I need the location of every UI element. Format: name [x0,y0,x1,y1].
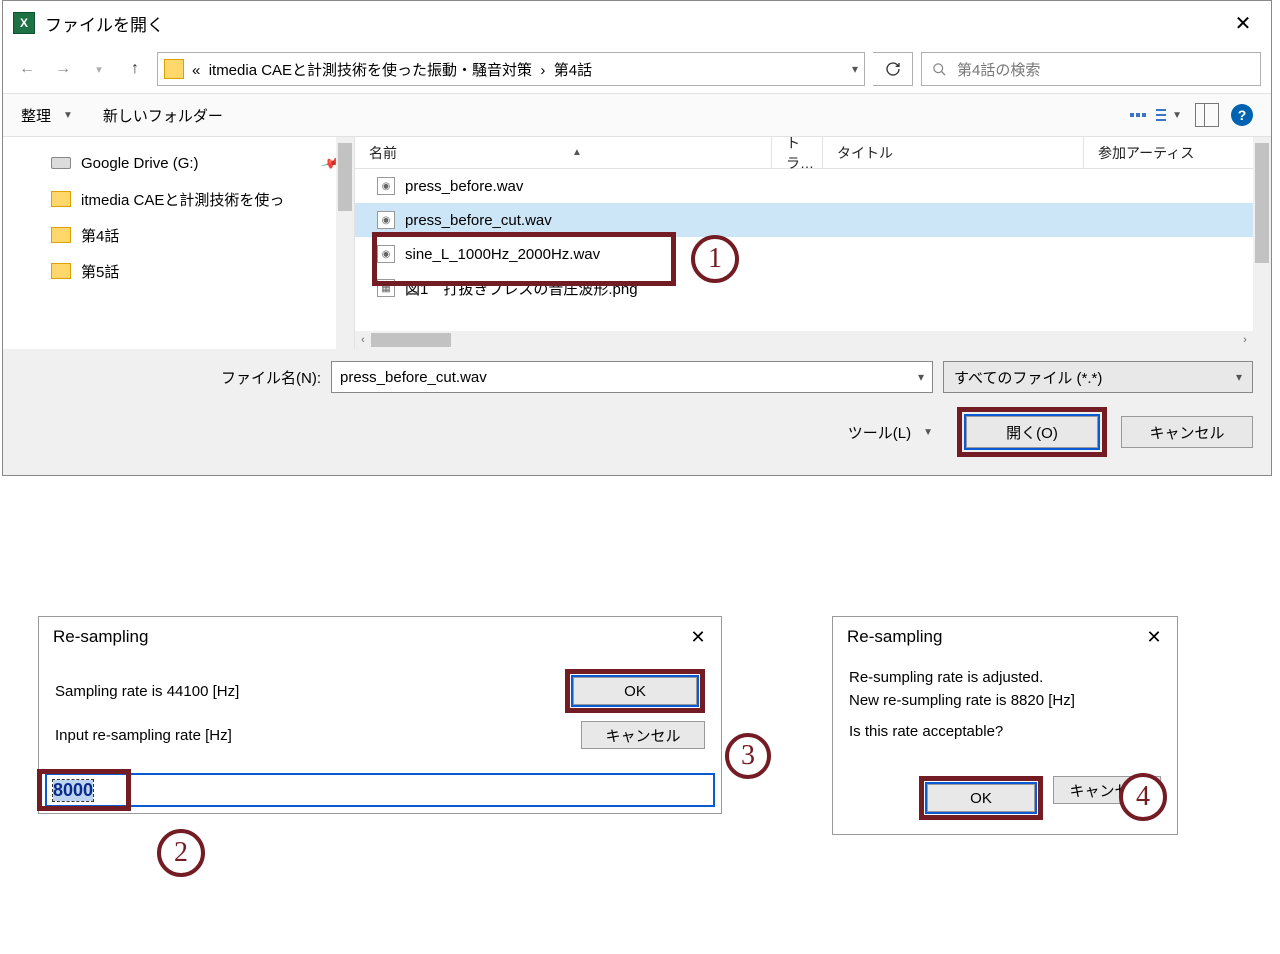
organize-menu[interactable]: 整理▼ [21,105,73,126]
annotation-circle-3: 3 [725,733,771,779]
chevron-down-icon[interactable]: ▾ [1236,370,1242,384]
column-artist[interactable]: 参加アーティス [1084,143,1271,163]
titlebar: X ファイルを開く ✕ [3,1,1271,45]
tools-menu[interactable]: ツール(L)▼ [848,422,933,443]
column-name[interactable]: 名前 ▲ [355,143,771,163]
file-row[interactable]: ◉ sine_L_1000Hz_2000Hz.wav [355,237,1271,271]
sort-asc-icon: ▲ [572,147,582,158]
close-button[interactable]: ✕ [683,627,713,648]
dialog-titlebar: Re-sampling ✕ [39,617,721,657]
sidebar-item-ep4[interactable]: 第4話 [13,217,354,253]
sidebar-item-label: Google Drive (G:) [81,155,199,172]
open-button[interactable]: 開く(O) [966,416,1098,448]
file-list-header: 名前 ▲ トラ… タイトル 参加アーティス [355,137,1271,169]
dialog-title: Re-sampling [53,627,683,647]
search-input[interactable]: 第4話の検索 [921,52,1261,86]
forward-button[interactable]: → [49,55,77,83]
view-mode-button[interactable]: ▼ [1125,102,1183,128]
annotation-ok-highlight: OK [565,669,705,713]
dialog-titlebar: Re-sampling ✕ [833,617,1177,657]
sidebar-item-gdrive[interactable]: Google Drive (G:) 📌 [13,145,354,181]
ok-button[interactable]: OK [573,677,697,705]
folder-icon [164,59,184,79]
ok-button[interactable]: OK [927,784,1035,812]
history-chevron-icon[interactable]: ▾ [85,55,113,83]
folder-icon [51,191,71,207]
close-button[interactable]: ✕ [1139,627,1169,648]
wav-file-icon: ◉ [377,211,395,229]
file-filter-select[interactable]: すべてのファイル (*.*) ▾ [943,361,1253,393]
search-icon [932,62,947,77]
dialog-bottom: ファイル名(N): press_before_cut.wav ▾ すべてのファイ… [3,349,1271,475]
chevron-down-icon[interactable]: ▾ [852,62,858,76]
excel-icon: X [13,12,35,34]
msg-line-2: New re-sumpling rate is 8820 [Hz] [849,692,1161,709]
refresh-button[interactable] [873,52,913,86]
column-title[interactable]: タイトル [823,143,1083,163]
dialog-title: Re-sampling [847,627,1139,647]
sidebar-item-ep5[interactable]: 第5話 [13,253,354,289]
address-row: ← → ▾ ↑ « itmedia CAEと計測技術を使った振動・騒音対策 › … [3,45,1271,93]
annotation-ok-highlight: OK [919,776,1043,820]
resampling-dialog-2: Re-sampling ✕ Re-sumpling rate is adjust… [832,616,1178,835]
msg-line-3: Is this rate acceptable? [849,723,1161,740]
new-folder-button[interactable]: 新しいフォルダー [103,105,223,126]
nav-sidebar: Google Drive (G:) 📌 itmedia CAEと計測技術を使っ … [3,137,355,349]
file-open-dialog: X ファイルを開く ✕ ← → ▾ ↑ « itmedia CAEと計測技術を使… [2,0,1272,476]
file-name-label: press_before_cut.wav [405,212,552,229]
close-button[interactable]: ✕ [1219,5,1267,41]
file-row[interactable]: ◉ press_before_cut.wav [355,203,1271,237]
png-file-icon: ▦ [377,279,395,297]
annotation-open-highlight: 開く(O) [957,407,1107,457]
help-icon[interactable]: ? [1231,104,1253,126]
input-rate-label: Input re-sampling rate [Hz] [55,727,232,744]
wav-file-icon: ◉ [377,245,395,263]
main-area: Google Drive (G:) 📌 itmedia CAEと計測技術を使っ … [3,137,1271,349]
filelist-hscrollbar[interactable]: ‹› [355,331,1253,349]
preview-pane-button[interactable] [1195,103,1219,127]
sidebar-item-label: 第4話 [81,225,119,246]
search-placeholder: 第4話の検索 [957,59,1040,80]
file-name-label: 図1 打抜きプレスの音圧波形.png [405,278,638,299]
file-name-label: press_before.wav [405,178,523,195]
drive-icon [51,157,71,169]
up-button[interactable]: ↑ [121,55,149,83]
msg-line-1: Re-sumpling rate is adjusted. [849,669,1161,686]
chevron-down-icon[interactable]: ▾ [918,370,924,384]
sampling-rate-label: Sampling rate is 44100 [Hz] [55,683,239,700]
file-list: 名前 ▲ トラ… タイトル 参加アーティス ◉ press_before.wav… [355,137,1271,349]
breadcrumb: « itmedia CAEと計測技術を使った振動・騒音対策 › 第4話 [192,59,844,80]
toolbar: 整理▼ 新しいフォルダー ▼ ? [3,93,1271,137]
cancel-button[interactable]: キャンセル [581,721,705,749]
folder-icon [51,263,71,279]
wav-file-icon: ◉ [377,177,395,195]
file-list-body: ◉ press_before.wav ◉ press_before_cut.wa… [355,169,1271,305]
filelist-vscrollbar[interactable] [1253,137,1271,349]
back-button[interactable]: ← [13,55,41,83]
file-name-label: sine_L_1000Hz_2000Hz.wav [405,246,600,263]
sidebar-item-label: 第5話 [81,261,119,282]
secondary-dialogs: Re-sampling ✕ Sampling rate is 44100 [Hz… [38,616,1280,835]
annotation-circle-1: 1 [691,235,739,283]
sidebar-scrollbar[interactable] [336,137,354,349]
annotation-circle-4: 4 [1119,773,1167,821]
folder-icon [51,227,71,243]
file-row[interactable]: ◉ press_before.wav [355,169,1271,203]
sidebar-item-itmedia[interactable]: itmedia CAEと計測技術を使っ [13,181,354,217]
cancel-button[interactable]: キャンセル [1121,416,1253,448]
filename-label: ファイル名(N): [21,367,321,388]
dialog-title: ファイルを開く [45,11,1219,36]
annotation-circle-2: 2 [157,829,205,877]
filename-input[interactable]: press_before_cut.wav ▾ [331,361,933,393]
resampling-dialog-1: Re-sampling ✕ Sampling rate is 44100 [Hz… [38,616,722,814]
resample-rate-input[interactable]: 8000 [45,773,715,807]
column-track[interactable]: トラ… [772,133,822,173]
address-bar[interactable]: « itmedia CAEと計測技術を使った振動・騒音対策 › 第4話 ▾ [157,52,865,86]
file-row[interactable]: ▦ 図1 打抜きプレスの音圧波形.png [355,271,1271,305]
sidebar-item-label: itmedia CAEと計測技術を使っ [81,189,284,210]
